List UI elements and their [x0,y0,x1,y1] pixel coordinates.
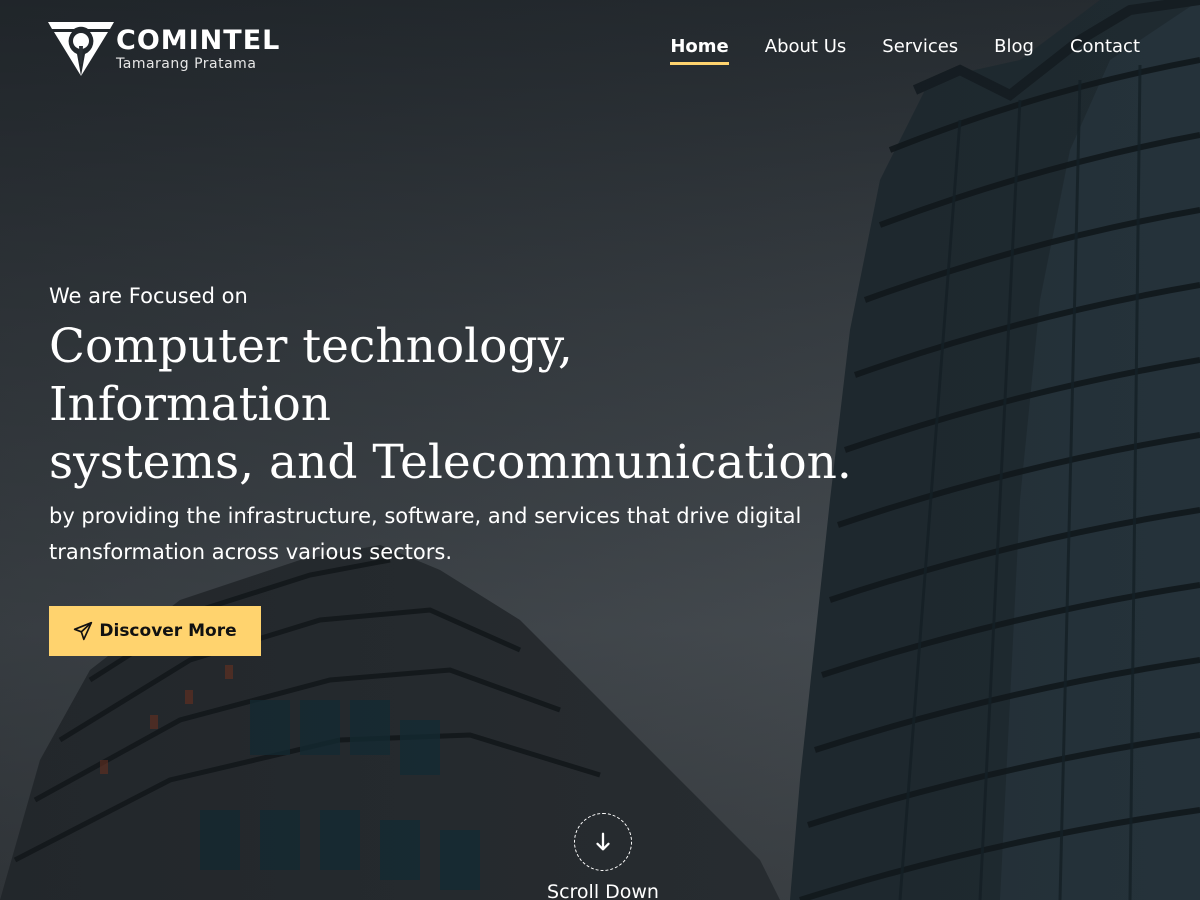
hero-subtext-line-1: by providing the infrastructure, softwar… [49,504,802,528]
brand-tagline: Tamarang Pratama [116,56,257,72]
paper-plane-icon [74,621,93,641]
hero-headline: Computer technology, Information systems… [49,318,869,492]
nav-item-blog[interactable]: Blog [994,36,1034,65]
hero-content: We are Focused on Computer technology, I… [49,284,869,656]
main-nav: Home About Us Services Blog Contact [670,36,1140,65]
scroll-down: Scroll Down [545,813,661,900]
hero-subtext-line-2: transformation across various sectors. [49,540,452,564]
brand-name: COMINTEL [116,25,281,56]
nav-item-contact[interactable]: Contact [1070,36,1140,65]
hero-headline-line-1: Computer technology, Information [49,319,573,432]
nav-item-services[interactable]: Services [882,36,958,65]
scroll-down-button[interactable] [574,813,632,871]
arrow-down-icon [596,832,610,851]
site-header: COMINTEL Tamarang Pratama Home About Us … [0,0,1200,96]
nav-item-about-us[interactable]: About Us [765,36,847,65]
discover-more-button[interactable]: Discover More [49,606,261,656]
hero-subtext: by providing the infrastructure, softwar… [49,498,869,570]
hero-headline-line-2: systems, and Telecommunication. [49,435,852,490]
nav-item-home[interactable]: Home [670,36,730,65]
brand-logo[interactable]: COMINTEL Tamarang Pratama [48,20,280,78]
comintel-logo-icon [48,22,114,76]
hero-section: COMINTEL Tamarang Pratama Home About Us … [0,0,1200,900]
scroll-down-label: Scroll Down [547,881,659,900]
hero-eyebrow: We are Focused on [49,284,248,308]
discover-more-label: Discover More [99,621,237,641]
